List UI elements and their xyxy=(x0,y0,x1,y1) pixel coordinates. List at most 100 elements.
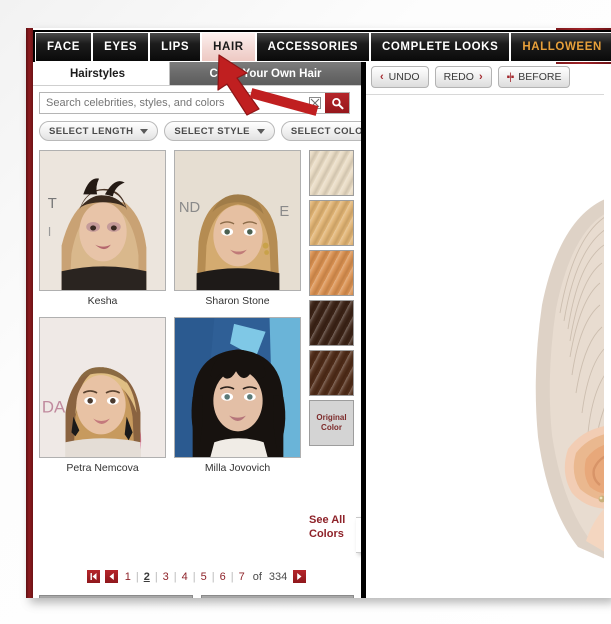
select-length-dropdown[interactable]: SELECT LENGTH xyxy=(39,121,159,141)
page-separator: | xyxy=(154,570,158,583)
tab-color-your-own-hair-label: Color Your Own Hair xyxy=(209,67,322,80)
search-icon[interactable] xyxy=(325,93,349,113)
redo-button[interactable]: REDO › xyxy=(434,66,492,88)
hair-texture xyxy=(310,301,353,345)
select-style-dropdown[interactable]: SELECT STYLE xyxy=(164,121,275,141)
nav-tab-lips-label: LIPS xyxy=(161,41,190,53)
tab-color-your-own-hair[interactable]: Color Your Own Hair xyxy=(170,62,361,85)
remove-hairstyle-button[interactable]: remove hairstyle xyxy=(39,595,193,598)
undo-label: UNDO xyxy=(388,71,420,83)
svg-text:T: T xyxy=(48,196,57,212)
hairstyle-thumbnail[interactable]: ND E xyxy=(174,150,301,291)
chevron-right-icon: › xyxy=(478,71,483,83)
main-navigation: FACE EYES LIPS HAIR ACCESSORIES COMPLETE… xyxy=(33,30,611,62)
undo-button[interactable]: ‹ UNDO xyxy=(371,66,429,88)
hairstyle-card[interactable]: ND E Sharon Stone xyxy=(174,150,301,313)
hairstyle-grid: T I Kesha ND E Sharon Stone DA Petra Nem… xyxy=(39,150,301,484)
hairstyle-card[interactable]: DA Petra Nemcova xyxy=(39,317,166,480)
hairstyle-name: Kesha xyxy=(87,295,118,307)
first-page-icon[interactable] xyxy=(86,570,100,583)
page-4[interactable]: 4 xyxy=(178,571,192,583)
page-2[interactable]: 2 xyxy=(140,571,154,583)
preview-panel: ‹ UNDO REDO › ▪|▪ BEFORE xyxy=(366,62,611,598)
model-preview-image xyxy=(535,199,604,559)
nav-tab-halloween[interactable]: HALLOWEEN xyxy=(511,32,611,62)
hairstyle-thumbnail[interactable]: DA xyxy=(39,317,166,458)
hairstyle-name: Milla Jovovich xyxy=(204,462,271,474)
chevron-left-icon: ‹ xyxy=(380,71,384,83)
hairstyle-card[interactable]: T I Kesha xyxy=(39,150,166,313)
svg-text:ND: ND xyxy=(179,200,200,216)
hair-texture xyxy=(310,201,353,245)
hairstyle-card[interactable]: Milla Jovovich xyxy=(174,317,301,480)
chevron-down-icon xyxy=(140,128,149,134)
pagination: 1 | 2 | 3 | 4 | 5 | 6 | 7 of 334 xyxy=(39,570,354,583)
page-separator: | xyxy=(135,570,139,583)
page-7[interactable]: 7 xyxy=(235,571,249,583)
page-3[interactable]: 3 xyxy=(159,571,173,583)
before-label: BEFORE xyxy=(518,71,562,83)
compare-icon: ▪|▪ xyxy=(506,71,515,83)
grid-row: T I Kesha ND E Sharon Stone xyxy=(39,150,301,313)
tab-hairstyles[interactable]: Hairstyles xyxy=(26,62,170,85)
swatch-strawberry-copper[interactable] xyxy=(309,250,354,296)
page-separator: | xyxy=(230,570,234,583)
swatch-original-color-label: Original Color xyxy=(316,413,347,432)
redo-label: REDO xyxy=(443,71,474,83)
swatch-golden-blonde[interactable] xyxy=(309,200,354,246)
page-separator: | xyxy=(211,570,215,583)
nav-tab-eyes[interactable]: EYES xyxy=(93,32,151,62)
swatch-medium-brown[interactable] xyxy=(309,350,354,396)
nav-tab-face-label: FACE xyxy=(47,41,81,53)
preview-stage[interactable] xyxy=(366,95,604,598)
search-bar xyxy=(39,92,350,114)
nav-tab-eyes-label: EYES xyxy=(104,41,138,53)
nav-tab-complete-looks[interactable]: COMPLETE LOOKS xyxy=(370,32,512,62)
see-all-colors-link[interactable]: See All Colors xyxy=(309,514,355,542)
pagination-total: 334 xyxy=(268,570,288,583)
svg-text:DA: DA xyxy=(42,398,66,417)
svg-text:I: I xyxy=(48,224,52,239)
nav-tab-lips[interactable]: LIPS xyxy=(150,32,203,62)
page-5[interactable]: 5 xyxy=(197,571,211,583)
hairstyle-name: Sharon Stone xyxy=(205,295,270,307)
nav-tab-face[interactable]: FACE xyxy=(35,32,94,62)
window-frame-left xyxy=(26,28,33,598)
hair-texture xyxy=(310,251,353,295)
pagination-of-label: of xyxy=(252,570,262,583)
select-length-label: SELECT LENGTH xyxy=(49,125,134,137)
nav-tab-accessories-label: ACCESSORIES xyxy=(267,41,358,53)
svg-text:E: E xyxy=(279,204,289,220)
hairstyle-thumbnail[interactable]: T I xyxy=(39,150,166,291)
hair-texture xyxy=(310,351,353,395)
swatch-light-blonde[interactable] xyxy=(309,150,354,196)
nav-tab-complete-looks-label: COMPLETE LOOKS xyxy=(381,41,499,53)
app-window: Hairstyles Color Your Own Hair Search ce… xyxy=(26,28,611,598)
tab-hairstyles-label: Hairstyles xyxy=(70,67,125,80)
page-1[interactable]: 1 xyxy=(121,571,135,583)
page-separator: | xyxy=(173,570,177,583)
filter-bar: SELECT LENGTH SELECT STYLE SELECT COLOR xyxy=(39,121,396,141)
nav-tab-hair[interactable]: HAIR xyxy=(202,32,257,62)
nav-tab-halloween-label: HALLOWEEN xyxy=(522,41,602,53)
prev-page-icon[interactable] xyxy=(104,570,118,583)
page-6[interactable]: 6 xyxy=(216,571,230,583)
page-separator: | xyxy=(192,570,196,583)
nav-tab-accessories[interactable]: ACCESSORIES xyxy=(256,32,371,62)
grid-row: DA Petra Nemcova Milla Jovovich xyxy=(39,317,301,480)
search-input[interactable] xyxy=(40,93,305,113)
select-color-label: SELECT COLOR xyxy=(290,125,371,137)
action-button-row: remove hairstyle adjust hair xyxy=(39,595,354,598)
swatch-original-color[interactable]: Original Color xyxy=(309,400,354,446)
nav-tab-hair-label: HAIR xyxy=(213,41,244,53)
preview-toolbar: ‹ UNDO REDO › ▪|▪ BEFORE xyxy=(371,66,571,88)
swatch-dark-brown[interactable] xyxy=(309,300,354,346)
hairstyle-thumbnail[interactable] xyxy=(174,317,301,458)
hairstyle-name: Petra Nemcova xyxy=(66,462,139,474)
hair-texture xyxy=(310,151,353,195)
adjust-hair-button[interactable]: adjust hair xyxy=(200,595,354,598)
next-page-icon[interactable] xyxy=(293,570,307,583)
color-swatch-column: Original Color xyxy=(309,150,355,450)
clear-x-icon[interactable] xyxy=(305,93,325,113)
before-button[interactable]: ▪|▪ BEFORE xyxy=(497,66,571,88)
